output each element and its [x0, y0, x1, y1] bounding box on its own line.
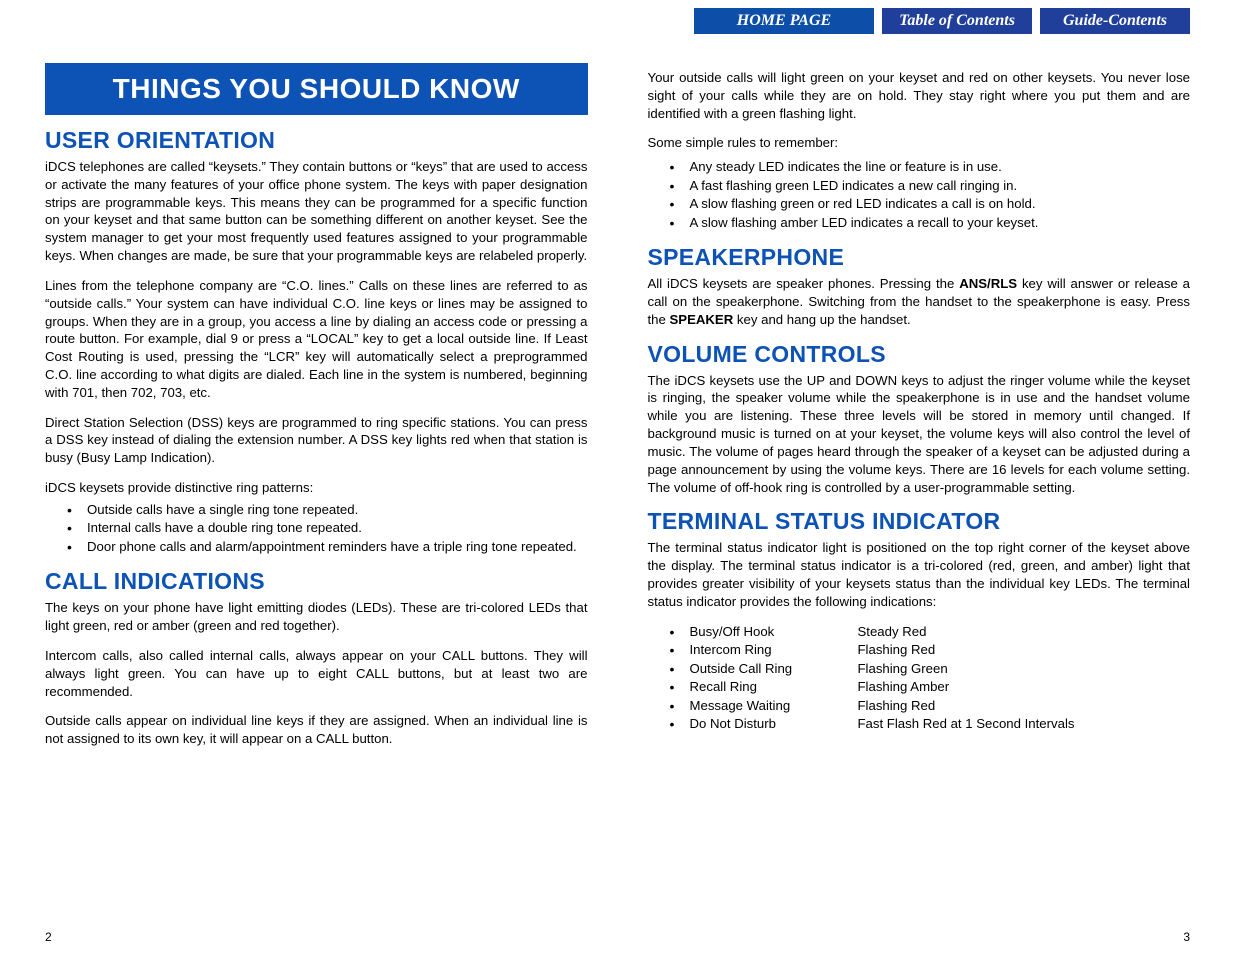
home-page-button[interactable]: HOME PAGE: [694, 8, 874, 34]
section-banner: THINGS YOU SHOULD KNOW: [45, 63, 588, 115]
list-item: Recall RingFlashing Amber: [648, 678, 1191, 696]
list-item: Door phone calls and alarm/appointment r…: [45, 538, 588, 556]
body-text: iDCS telephones are called “keysets.” Th…: [45, 158, 588, 265]
heading-volume-controls: VOLUME CONTROLS: [648, 341, 1191, 368]
nav-bar: HOME PAGE Table of Contents Guide-Conten…: [648, 8, 1191, 34]
list-item: Intercom RingFlashing Red: [648, 641, 1191, 659]
heading-user-orientation: USER ORIENTATION: [45, 127, 588, 154]
tsi-list: Busy/Off HookSteady Red Intercom RingFla…: [648, 623, 1191, 734]
heading-terminal-status-indicator: TERMINAL STATUS INDICATOR: [648, 508, 1191, 535]
list-item: A slow flashing amber LED indicates a re…: [648, 214, 1191, 232]
body-text: Some simple rules to remember:: [648, 134, 1191, 152]
body-text: iDCS keysets provide distinctive ring pa…: [45, 479, 588, 497]
ring-pattern-list: Outside calls have a single ring tone re…: [45, 501, 588, 556]
key-label: SPEAKER: [670, 312, 734, 327]
page-right: HOME PAGE Table of Contents Guide-Conten…: [618, 8, 1235, 954]
list-item: A fast flashing green LED indicates a ne…: [648, 177, 1191, 195]
list-item: Do Not DisturbFast Flash Red at 1 Second…: [648, 715, 1191, 733]
page-number: 3: [1183, 930, 1190, 944]
body-text: Direct Station Selection (DSS) keys are …: [45, 414, 588, 467]
body-text: Outside calls appear on individual line …: [45, 712, 588, 748]
led-rules-list: Any steady LED indicates the line or fea…: [648, 158, 1191, 232]
list-item: Outside calls have a single ring tone re…: [45, 501, 588, 519]
page-left: THINGS YOU SHOULD KNOW USER ORIENTATION …: [0, 8, 618, 954]
heading-call-indications: CALL INDICATIONS: [45, 568, 588, 595]
body-text: Lines from the telephone company are “C.…: [45, 277, 588, 402]
list-item: Message WaitingFlashing Red: [648, 697, 1191, 715]
body-text: The iDCS keysets use the UP and DOWN key…: [648, 372, 1191, 497]
body-text: Your outside calls will light green on y…: [648, 69, 1191, 122]
list-item: Outside Call RingFlashing Green: [648, 660, 1191, 678]
heading-speakerphone: SPEAKERPHONE: [648, 244, 1191, 271]
key-label: ANS/RLS: [959, 276, 1017, 291]
list-item: Internal calls have a double ring tone r…: [45, 519, 588, 537]
list-item: A slow flashing green or red LED indicat…: [648, 195, 1191, 213]
list-item: Any steady LED indicates the line or fea…: [648, 158, 1191, 176]
guide-contents-button[interactable]: Guide-Contents: [1040, 8, 1190, 34]
body-text: The keys on your phone have light emitti…: [45, 599, 588, 635]
page-number: 2: [45, 930, 52, 944]
list-item: Busy/Off HookSteady Red: [648, 623, 1191, 641]
toc-button[interactable]: Table of Contents: [882, 8, 1032, 34]
body-text: Intercom calls, also called internal cal…: [45, 647, 588, 700]
body-text: All iDCS keysets are speaker phones. Pre…: [648, 275, 1191, 328]
body-text: The terminal status indicator light is p…: [648, 539, 1191, 610]
